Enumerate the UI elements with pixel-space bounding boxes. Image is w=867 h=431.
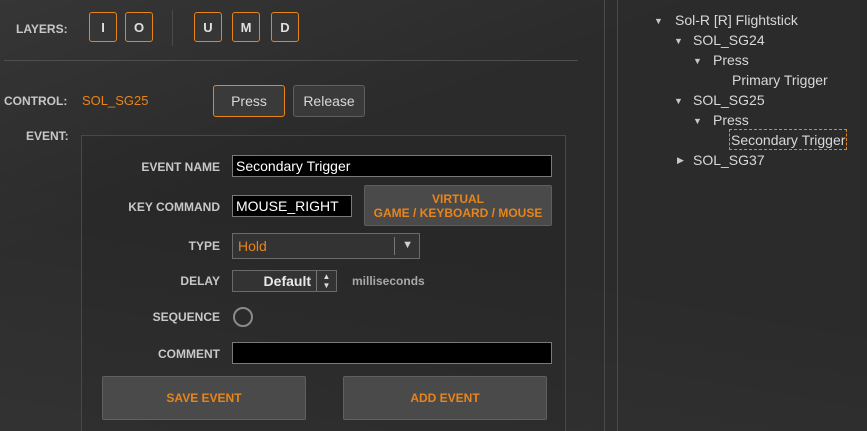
control-label: CONTROL: bbox=[4, 94, 68, 108]
virtual-button-line1: VIRTUAL bbox=[432, 191, 484, 206]
release-button[interactable]: Release bbox=[293, 85, 365, 117]
tree-item-sol-sg37[interactable]: SOL_SG37 bbox=[693, 152, 765, 168]
expand-arrow-icon[interactable]: ▼ bbox=[693, 56, 702, 66]
save-event-button[interactable]: SAVE EVENT bbox=[102, 376, 306, 420]
virtual-input-button[interactable]: VIRTUAL GAME / KEYBOARD / MOUSE bbox=[364, 185, 552, 226]
key-command-field[interactable]: MOUSE_RIGHT bbox=[232, 195, 352, 217]
expand-arrow-icon[interactable]: ▼ bbox=[693, 116, 702, 126]
event-label: EVENT: bbox=[26, 129, 69, 143]
key-command-label: KEY COMMAND bbox=[128, 200, 220, 214]
delay-stepper-field[interactable]: Default ▲ ▼ bbox=[232, 270, 337, 292]
sequence-label: SEQUENCE bbox=[152, 310, 220, 324]
comment-label: COMMENT bbox=[158, 347, 220, 361]
delay-unit: milliseconds bbox=[352, 274, 425, 288]
expand-arrow-icon[interactable]: ▼ bbox=[654, 16, 663, 26]
layer-divider bbox=[172, 10, 173, 46]
layer-button-m[interactable]: M bbox=[232, 12, 260, 42]
comment-field[interactable] bbox=[232, 342, 552, 364]
event-name-field[interactable]: Secondary Trigger bbox=[232, 155, 552, 177]
tree-item-press[interactable]: Press bbox=[713, 52, 749, 68]
tree-root[interactable]: Sol-R [R] Flightstick bbox=[675, 12, 798, 28]
type-label: TYPE bbox=[188, 239, 220, 253]
add-event-button[interactable]: ADD EVENT bbox=[343, 376, 547, 420]
virtual-button-line2: GAME / KEYBOARD / MOUSE bbox=[373, 205, 543, 220]
event-name-label: EVENT NAME bbox=[141, 160, 220, 174]
section-divider bbox=[4, 60, 578, 61]
layer-button-u[interactable]: U bbox=[194, 12, 222, 42]
type-select[interactable]: Hold ▼ bbox=[232, 233, 420, 259]
collapsed-arrow-icon[interactable]: ▶ bbox=[677, 155, 684, 166]
delay-value: Default bbox=[263, 273, 311, 289]
press-button[interactable]: Press bbox=[213, 85, 285, 117]
stepper-arrows-icon[interactable]: ▲ ▼ bbox=[316, 271, 336, 291]
pane-divider bbox=[617, 0, 618, 431]
layer-button-d[interactable]: D bbox=[271, 12, 299, 42]
tree-item-secondary-trigger[interactable]: Secondary Trigger bbox=[729, 129, 848, 150]
delay-label: DELAY bbox=[180, 274, 220, 288]
layer-button-o[interactable]: O bbox=[125, 12, 153, 42]
chevron-down-icon: ▼ bbox=[402, 239, 413, 251]
sequence-radio[interactable] bbox=[233, 307, 253, 327]
layers-label: LAYERS: bbox=[16, 22, 68, 36]
tree-item-sol-sg24[interactable]: SOL_SG24 bbox=[693, 32, 765, 48]
select-divider bbox=[394, 237, 395, 255]
tree-item-sol-sg25[interactable]: SOL_SG25 bbox=[693, 92, 765, 108]
layer-button-i[interactable]: I bbox=[89, 12, 117, 42]
expand-arrow-icon[interactable]: ▼ bbox=[674, 96, 683, 106]
pane-divider bbox=[604, 0, 605, 431]
tree-item-press[interactable]: Press bbox=[713, 112, 749, 128]
expand-arrow-icon[interactable]: ▼ bbox=[674, 36, 683, 46]
type-select-value: Hold bbox=[238, 238, 267, 254]
control-value: SOL_SG25 bbox=[82, 93, 149, 108]
tree-item-primary-trigger[interactable]: Primary Trigger bbox=[732, 72, 828, 88]
